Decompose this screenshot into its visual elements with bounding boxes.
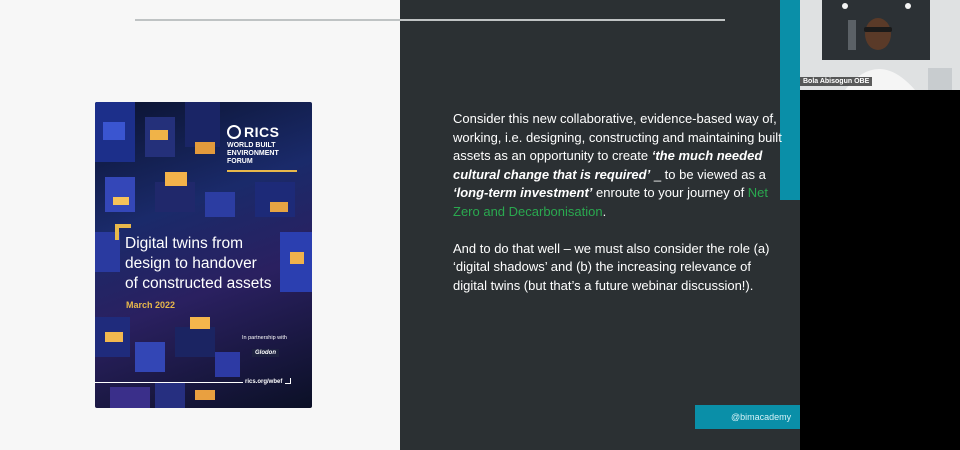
- slide-divider: [135, 19, 725, 21]
- presentation-slide: RICS WORLD BUILT ENVIRONMENT FORUM Digit…: [0, 0, 800, 450]
- rics-logo: RICS WORLD BUILT ENVIRONMENT FORUM: [227, 124, 299, 166]
- social-handle: @bimacademy: [695, 405, 800, 429]
- participant-name: Bola Abisogun OBE: [800, 77, 873, 86]
- accent-bar: [780, 0, 800, 200]
- partner-label: In partnership with: [242, 335, 287, 341]
- rics-emblem-icon: [227, 125, 241, 139]
- report-title: Digital twins from design to handover of…: [125, 235, 272, 292]
- video-panel-background: [800, 90, 960, 450]
- report-date: March 2022: [126, 300, 176, 310]
- rics-wordmark: RICS: [244, 124, 280, 140]
- participant-video-tile[interactable]: Bola Abisogun OBE: [800, 0, 960, 90]
- partner-logo: Glodon: [252, 349, 279, 357]
- slide-body-text: Consider this new collaborative, evidenc…: [453, 110, 783, 295]
- forum-name: WORLD BUILT ENVIRONMENT FORUM: [227, 142, 279, 165]
- corner-bracket-icon: [285, 378, 291, 384]
- report-cover-image: RICS WORLD BUILT ENVIRONMENT FORUM Digit…: [95, 102, 312, 408]
- paragraph-1: Consider this new collaborative, evidenc…: [453, 111, 782, 219]
- logo-underline: [227, 170, 297, 172]
- cover-rule: [95, 382, 243, 383]
- cover-url: rics.org/wbef: [245, 379, 283, 385]
- paragraph-2: And to do that well – we must also consi…: [453, 240, 770, 293]
